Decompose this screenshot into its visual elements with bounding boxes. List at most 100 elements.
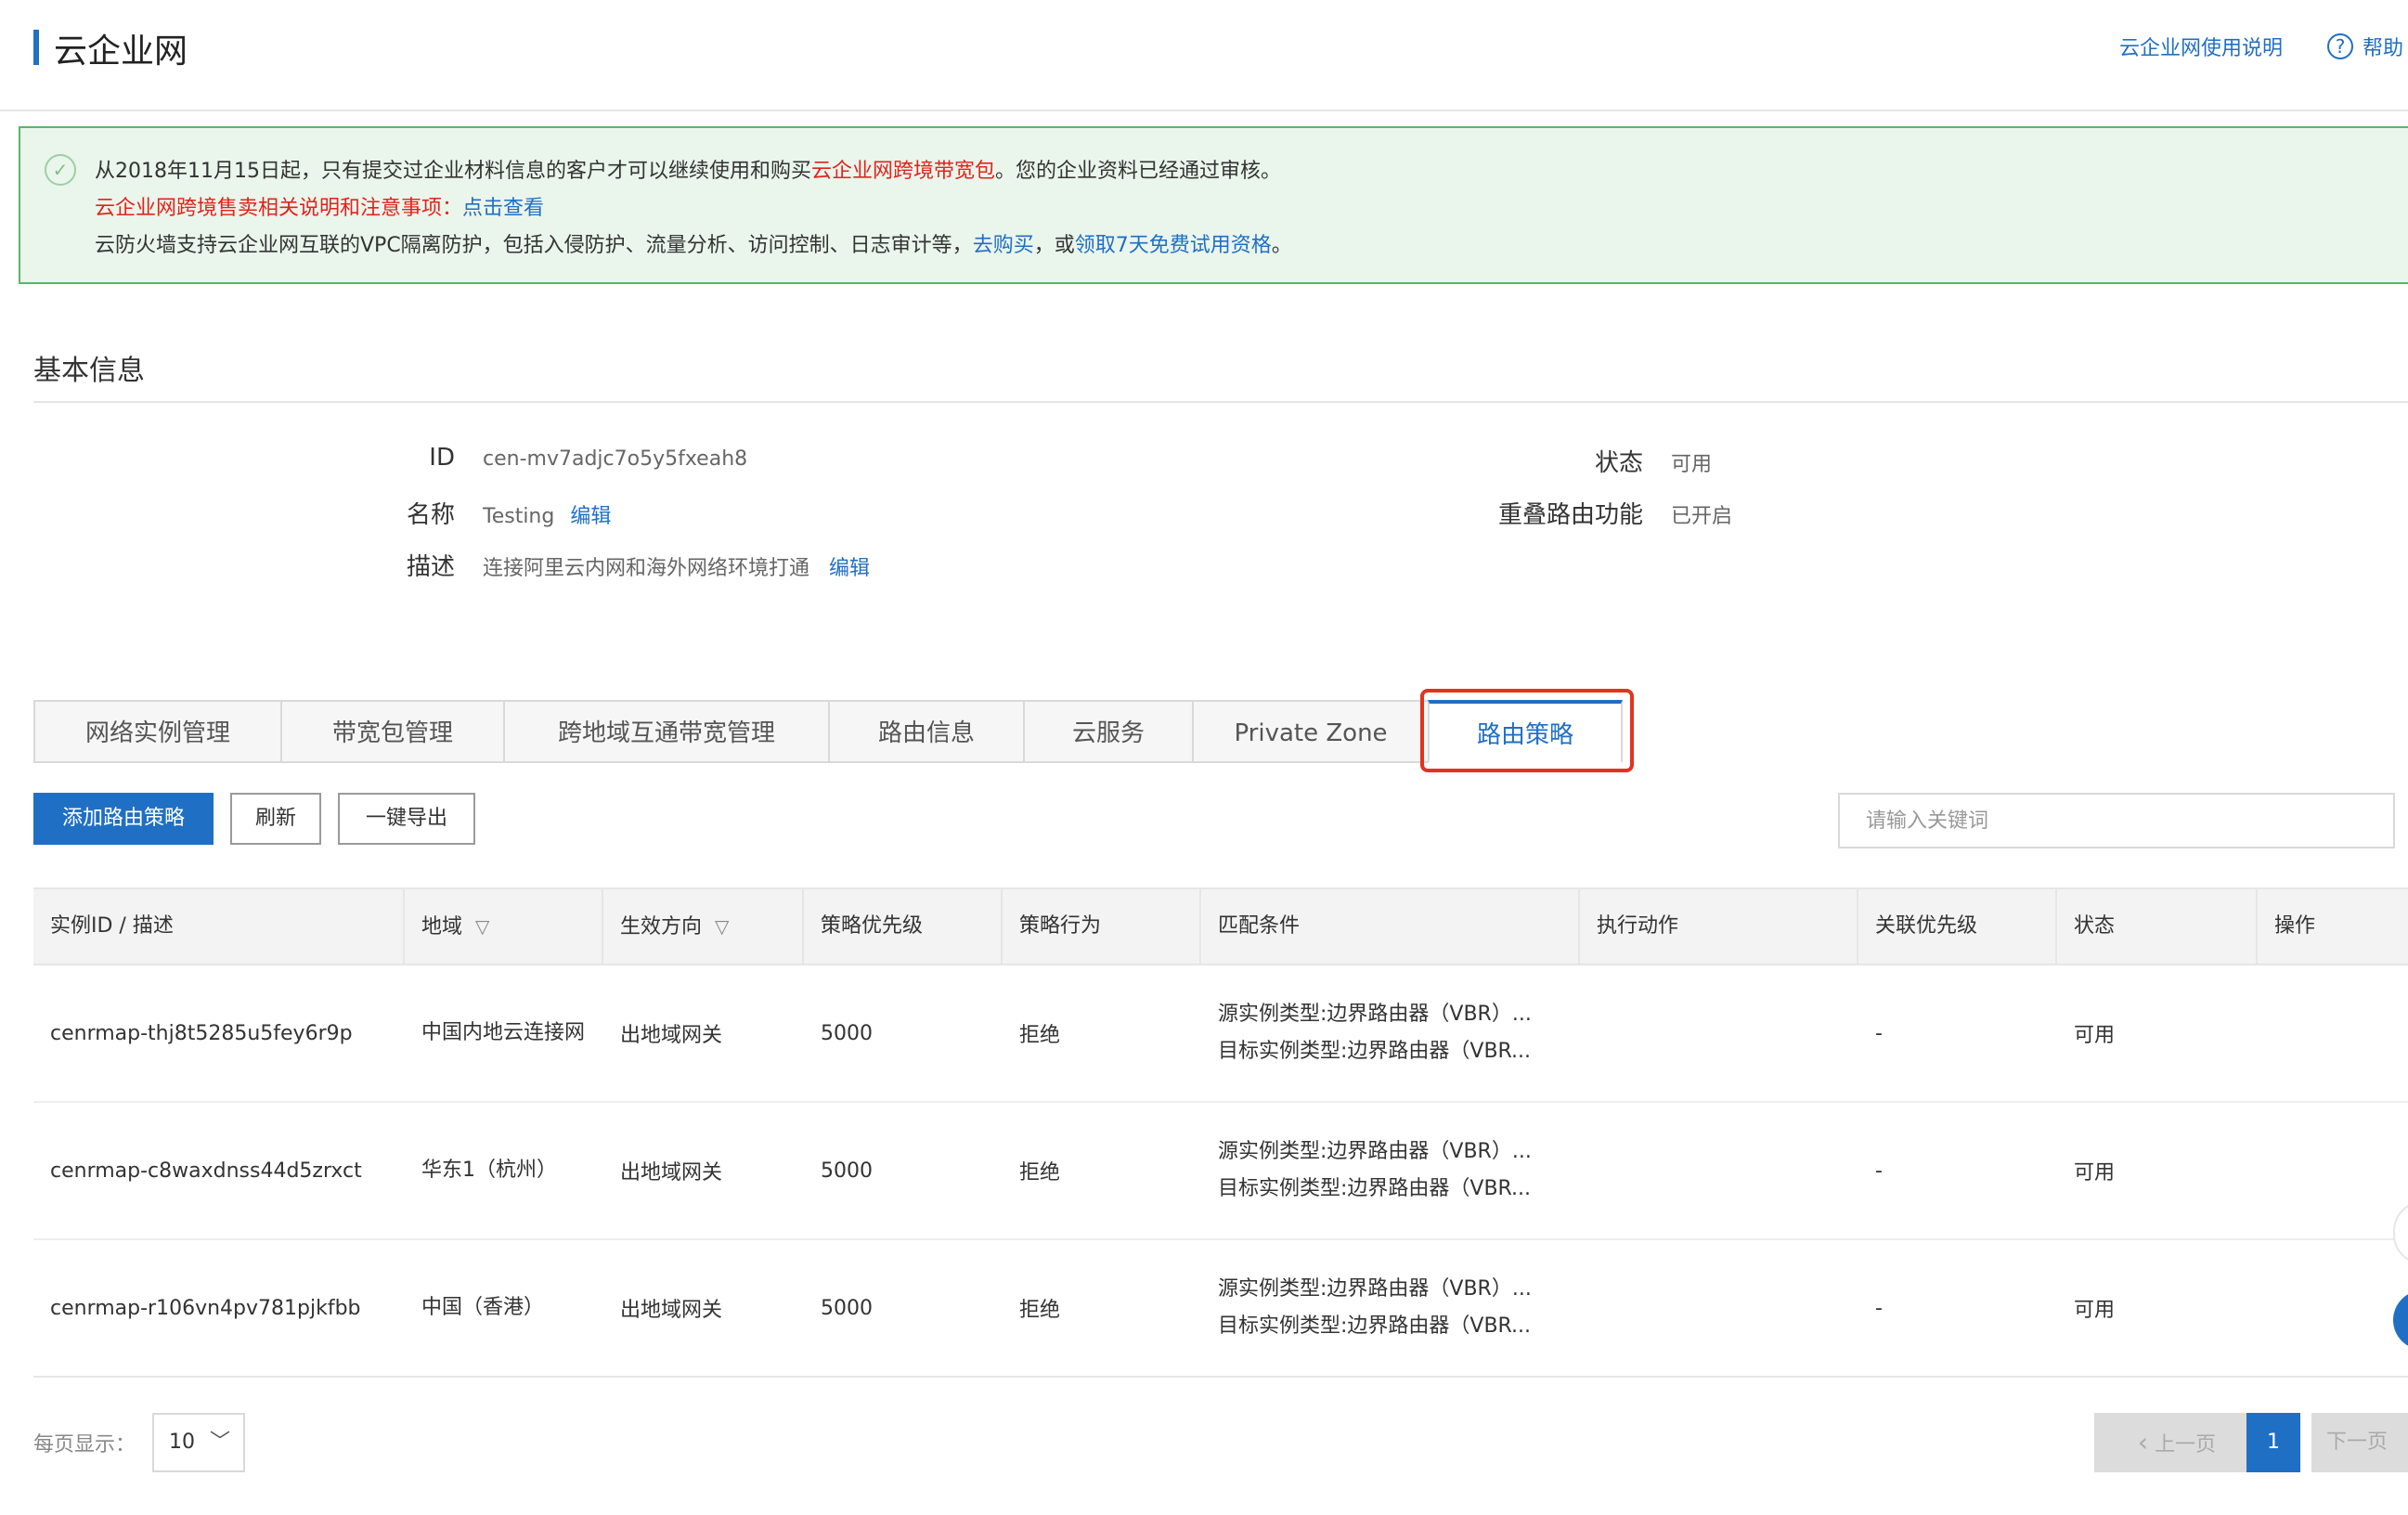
name-label: 名称 xyxy=(406,501,455,529)
related-priority: - xyxy=(1875,1296,1883,1320)
page-number-button[interactable]: 1 xyxy=(2246,1413,2300,1472)
match-condition: 源实例类型:边界路由器（VBR）... xyxy=(1218,1277,1532,1301)
help-link[interactable]: 帮助 xyxy=(2363,32,2403,61)
next-page-button[interactable]: 下一页 xyxy=(2311,1413,2408,1472)
overlap-route-value: 已开启 xyxy=(1671,505,1733,528)
region: 华东1（杭州） xyxy=(421,1159,557,1182)
cross-border-bandwidth-link[interactable]: 云企业网跨境带宽包 xyxy=(811,160,995,183)
related-priority: - xyxy=(1875,1021,1883,1045)
usage-guide-link[interactable]: 云企业网使用说明 xyxy=(2119,32,2283,61)
table-row: cenrmap-thj8t5285u5fey6r9p 中国内地云连接网 出地域网… xyxy=(33,965,2408,1103)
priority: 5000 xyxy=(821,1021,873,1045)
title-accent-bar xyxy=(33,30,39,65)
tab-network-instances[interactable]: 网络实例管理 xyxy=(33,700,282,763)
region: 中国（香港） xyxy=(421,1296,545,1319)
section-divider xyxy=(33,401,2408,403)
col-header: 生效方向 xyxy=(620,915,703,939)
priority: 5000 xyxy=(821,1296,873,1320)
row-operations[interactable] xyxy=(2258,1240,2408,1376)
col-header: 策略优先级 xyxy=(804,889,1003,964)
region: 中国内地云连接网 xyxy=(421,1021,586,1044)
instance-id: cenrmap-c8waxdnss44d5zrxct xyxy=(50,1159,362,1183)
row-operations[interactable] xyxy=(2258,965,2408,1101)
row-status: 可用 xyxy=(2074,1161,2116,1185)
tab-bar: 网络实例管理 带宽包管理 跨地域互通带宽管理 路由信息 云服务 Private … xyxy=(33,700,1623,763)
instance-id: cenrmap-thj8t5285u5fey6r9p xyxy=(50,1021,353,1045)
match-condition: 目标实例类型:边界路由器（VBR... xyxy=(1218,1314,1532,1338)
notice-text: ，或 xyxy=(1033,234,1075,257)
notice-text: 云防火墙支持云企业网互联的VPC隔离防护，包括入侵防护、流量分析、访问控制、日志… xyxy=(95,234,973,257)
filter-icon[interactable]: ▽ xyxy=(475,889,489,964)
col-header: 操作 xyxy=(2274,914,2316,938)
col-header: 状态 xyxy=(2057,889,2258,964)
id-label: ID xyxy=(429,444,455,472)
prev-page-label: 上一页 xyxy=(2155,1433,2217,1457)
notice-line-2: 云企业网跨境售卖相关说明和注意事项：点击查看 xyxy=(95,191,544,221)
export-button[interactable]: 一键导出 xyxy=(338,793,475,845)
free-trial-link[interactable]: 领取7天免费试用资格 xyxy=(1075,234,1272,257)
col-header: 地域 xyxy=(421,915,463,939)
tab-cloud-services[interactable]: 云服务 xyxy=(1023,700,1194,763)
desc-value: 连接阿里云内网和海外网络环境打通 xyxy=(483,557,810,580)
tab-route-info[interactable]: 路由信息 xyxy=(828,700,1025,763)
overlap-route-label: 重叠路由功能 xyxy=(1497,501,1643,529)
table-row: cenrmap-c8waxdnss44d5zrxct 华东1（杭州） 出地域网关… xyxy=(33,1103,2408,1240)
chevron-down-icon: ﹀ xyxy=(209,1431,230,1454)
notice-text: 。您的企业资料已经通过审核。 xyxy=(995,160,1282,183)
instance-id: cenrmap-r106vn4pv781pjkfbb xyxy=(50,1296,361,1320)
buy-link[interactable]: 去购买 xyxy=(973,234,1034,257)
chevron-left-icon: ‹ xyxy=(2137,1427,2149,1457)
check-circle-icon: ✓ xyxy=(45,154,76,186)
notice-line-3: 云防火墙支持云企业网互联的VPC隔离防护，包括入侵防护、流量分析、访问控制、日志… xyxy=(95,228,1292,258)
direction: 出地域网关 xyxy=(620,1299,723,1322)
id-value: cen-mv7adjc7o5y5fxeah8 xyxy=(483,447,748,471)
page-size-label: 每页显示： xyxy=(33,1433,136,1457)
col-header-region: 地域 ▽ xyxy=(405,889,603,964)
name-value-wrap: Testing 编辑 xyxy=(483,499,611,529)
tab-cross-region-bandwidth[interactable]: 跨地域互通带宽管理 xyxy=(503,700,830,763)
direction: 出地域网关 xyxy=(620,1161,723,1185)
exec-action xyxy=(1580,1240,1858,1376)
desc-value-wrap: 连接阿里云内网和海外网络环境打通 编辑 xyxy=(483,551,870,581)
basic-info-title: 基本信息 xyxy=(33,355,145,387)
policy-action: 拒绝 xyxy=(1019,1299,1061,1322)
help-circle-icon[interactable]: ? xyxy=(2327,33,2353,59)
col-header-direction: 生效方向 ▽ xyxy=(603,889,804,964)
page-size-select[interactable]: 10 ﹀ xyxy=(152,1413,245,1472)
prev-page-button[interactable]: ‹ 上一页 xyxy=(2094,1413,2259,1472)
row-operations[interactable] xyxy=(2258,1103,2408,1238)
edit-desc-link[interactable]: 编辑 xyxy=(829,557,870,580)
col-header: 执行动作 xyxy=(1580,889,1858,964)
refresh-button[interactable]: 刷新 xyxy=(230,793,321,845)
tab-private-zone[interactable]: Private Zone xyxy=(1192,700,1430,763)
direction: 出地域网关 xyxy=(620,1024,723,1047)
col-header: 关联优先级 xyxy=(1858,889,2057,964)
col-header: 实例ID / 描述 xyxy=(33,889,405,964)
tab-bandwidth-packages[interactable]: 带宽包管理 xyxy=(280,700,505,763)
exec-action xyxy=(1580,1103,1858,1238)
policy-action: 拒绝 xyxy=(1019,1161,1061,1185)
search-input[interactable] xyxy=(1838,793,2395,848)
page-header xyxy=(0,0,2408,111)
page-size-value: 10 xyxy=(169,1431,195,1454)
route-policy-table: 实例ID / 描述 地域 ▽ 生效方向 ▽ 策略优先级 策略行为 匹配条件 执行动作… xyxy=(33,887,2408,1378)
row-status: 可用 xyxy=(2074,1024,2116,1047)
filter-icon[interactable]: ▽ xyxy=(715,889,729,964)
match-condition: 目标实例类型:边界路由器（VBR... xyxy=(1218,1177,1532,1200)
exec-action xyxy=(1580,965,1858,1101)
match-condition: 目标实例类型:边界路由器（VBR... xyxy=(1218,1040,1532,1063)
notice-text: 从2018年11月15日起，只有提交过企业材料信息的客户才可以继续使用和购买 xyxy=(95,160,811,183)
add-route-policy-button[interactable]: 添加路由策略 xyxy=(33,793,214,845)
view-details-link[interactable]: 点击查看 xyxy=(462,197,544,220)
policy-action: 拒绝 xyxy=(1019,1024,1061,1047)
priority: 5000 xyxy=(821,1159,873,1183)
col-header: 匹配条件 xyxy=(1201,889,1580,964)
status-value: 可用 xyxy=(1671,453,1713,476)
desc-label: 描述 xyxy=(406,553,455,581)
notice-text: 。 xyxy=(1271,234,1292,257)
col-header: 策略行为 xyxy=(1003,889,1201,964)
status-label: 状态 xyxy=(1594,449,1643,477)
table-row: cenrmap-r106vn4pv781pjkfbb 中国（香港） 出地域网关 … xyxy=(33,1240,2408,1376)
related-priority: - xyxy=(1875,1159,1883,1183)
edit-name-link[interactable]: 编辑 xyxy=(570,505,611,528)
